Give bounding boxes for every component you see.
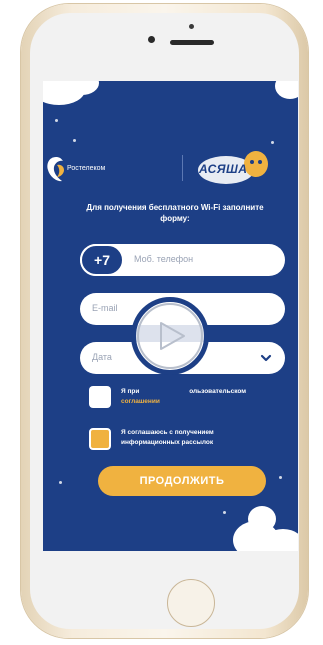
- rostelecom-logo-icon: [47, 157, 64, 182]
- logo-divider: [182, 155, 183, 181]
- newsletter-checkbox[interactable]: [89, 428, 111, 450]
- newsletter-checkbox-label: Я соглашаюсь с получением информационных…: [121, 429, 214, 446]
- email-placeholder: E-mail: [92, 303, 118, 313]
- home-button[interactable]: [167, 579, 215, 627]
- star-decoration: [59, 481, 62, 484]
- rostelecom-logo-text: Ростелеком: [67, 165, 106, 172]
- intro-text: Для получения бесплатного Wi-Fi заполнит…: [86, 203, 264, 223]
- phone-prefix: +7: [80, 244, 124, 276]
- asha-logo-text: АСЯША: [199, 162, 248, 176]
- proximity-sensor: [189, 24, 194, 29]
- terms-checkbox[interactable]: [89, 386, 111, 408]
- star-decoration: [279, 476, 282, 479]
- star-decoration: [55, 119, 58, 122]
- phone-field[interactable]: +7 Моб. телефон: [80, 244, 285, 276]
- terms-label-lead: Я при: [121, 388, 140, 395]
- terms-link[interactable]: соглашении: [121, 398, 160, 405]
- front-camera: [148, 36, 155, 43]
- star-decoration: [73, 139, 76, 142]
- phone-placeholder: Моб. телефон: [134, 254, 194, 264]
- star-decoration: [223, 511, 226, 514]
- terms-checkbox-label: Я при ользовательском соглашении: [121, 387, 271, 407]
- cloud-decoration: [248, 506, 276, 532]
- earpiece-speaker: [170, 40, 214, 45]
- date-placeholder: Дата: [92, 352, 112, 362]
- continue-button[interactable]: ПРОДОЛЖИТЬ: [98, 466, 266, 496]
- play-icon: [160, 322, 185, 350]
- star-decoration: [271, 141, 274, 144]
- cloud-decoration: [275, 81, 298, 99]
- chevron-down-icon: [260, 354, 272, 362]
- terms-label-mid: ользовательском: [189, 388, 247, 395]
